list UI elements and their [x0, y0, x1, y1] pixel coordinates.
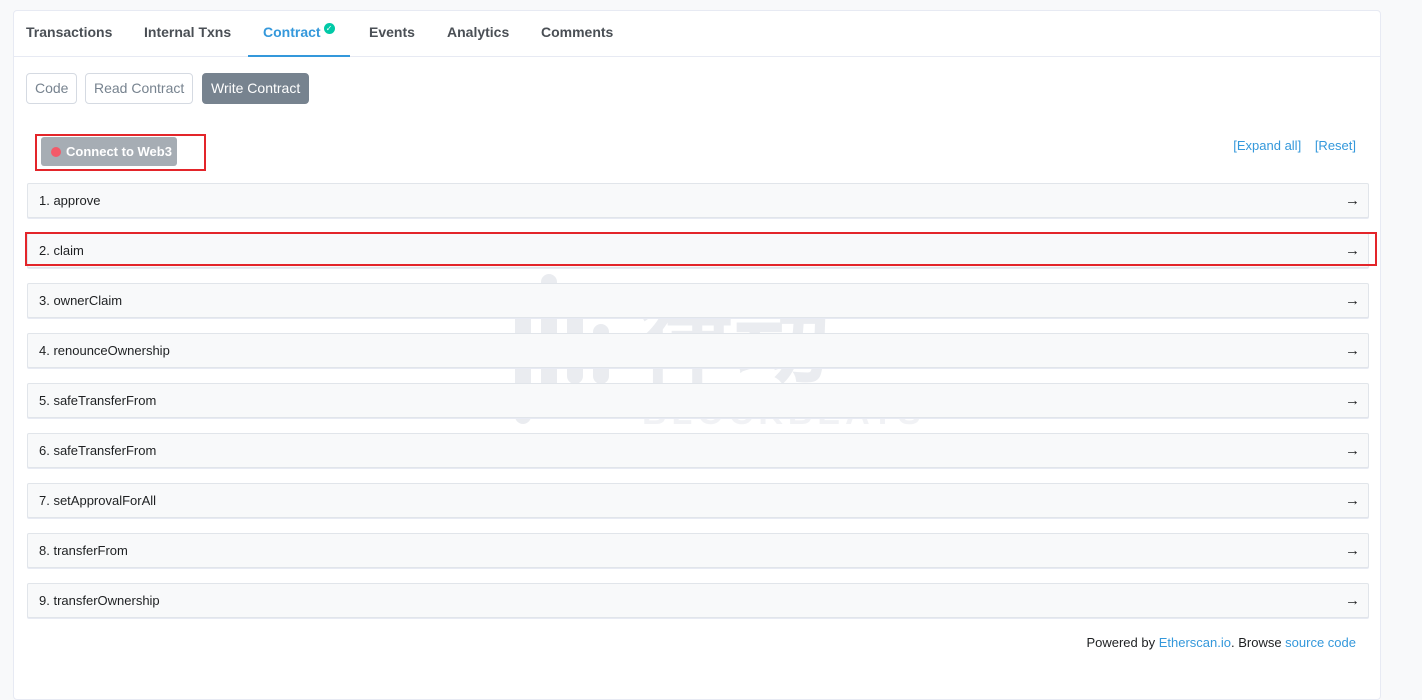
expand-all-link[interactable]: [Expand all]	[1233, 138, 1301, 153]
source-code-link[interactable]: source code	[1285, 635, 1356, 650]
arrow-right-icon: →	[1345, 492, 1360, 509]
function-row-safetransferfrom[interactable]: 5. safeTransferFrom →	[27, 383, 1369, 418]
tab-transactions[interactable]: Transactions	[26, 11, 112, 57]
contract-card: Transactions Internal Txns Contract ✓ Eve…	[13, 10, 1381, 700]
function-label: 5. safeTransferFrom	[39, 393, 157, 408]
arrow-right-icon: →	[1345, 342, 1360, 359]
function-row-approve[interactable]: 1. approve →	[27, 183, 1369, 218]
code-button[interactable]: Code	[26, 73, 78, 104]
function-label: 7. setApprovalForAll	[39, 493, 157, 508]
function-label: 8. transferFrom	[39, 543, 128, 558]
function-row-setapprovalforall[interactable]: 7. setApprovalForAll →	[27, 483, 1369, 518]
arrow-right-icon: →	[1345, 392, 1360, 409]
reset-link[interactable]: [Reset]	[1315, 138, 1356, 153]
highlight-box-connect	[35, 134, 206, 171]
tab-bar: Transactions Internal Txns Contract ✓ Eve…	[14, 11, 1380, 57]
write-contract-button[interactable]: Write Contract	[202, 73, 310, 104]
function-label: 9. transferOwnership	[39, 593, 160, 608]
tab-events[interactable]: Events	[369, 11, 415, 57]
arrow-right-icon: →	[1345, 542, 1360, 559]
function-label: 1. approve	[39, 193, 101, 208]
function-row-transferownership[interactable]: 9. transferOwnership →	[27, 583, 1369, 618]
browse-text: . Browse	[1230, 635, 1286, 650]
tab-analytics[interactable]: Analytics	[447, 11, 509, 57]
function-row-renounceownership[interactable]: 4. renounceOwnership →	[27, 333, 1369, 368]
arrow-right-icon: →	[1345, 442, 1360, 459]
arrow-right-icon: →	[1345, 292, 1360, 309]
tab-contract-label: Contract	[263, 24, 321, 40]
function-label: 4. renounceOwnership	[39, 343, 170, 358]
expand-reset-links: [Expand all] [Reset]	[1223, 138, 1356, 153]
function-label: 6. safeTransferFrom	[39, 443, 157, 458]
tab-contract[interactable]: Contract ✓	[248, 11, 350, 57]
function-row-safetransferfrom-2[interactable]: 6. safeTransferFrom →	[27, 433, 1369, 468]
function-row-transferfrom[interactable]: 8. transferFrom →	[27, 533, 1369, 568]
arrow-right-icon: →	[1345, 192, 1360, 209]
function-row-ownerclaim[interactable]: 3. ownerClaim →	[27, 283, 1369, 318]
tab-comments[interactable]: Comments	[541, 11, 613, 57]
tab-internal-txns[interactable]: Internal Txns	[144, 11, 231, 57]
etherscan-link[interactable]: Etherscan.io	[1159, 635, 1231, 650]
powered-by-footer: Powered by Etherscan.io. Browse source c…	[1086, 635, 1356, 650]
arrow-right-icon: →	[1345, 592, 1360, 609]
read-contract-button[interactable]: Read Contract	[85, 73, 194, 104]
powered-by-text: Powered by	[1086, 635, 1159, 650]
highlight-box-claim	[25, 232, 1377, 266]
function-label: 3. ownerClaim	[39, 293, 123, 308]
verified-check-icon: ✓	[323, 23, 335, 34]
